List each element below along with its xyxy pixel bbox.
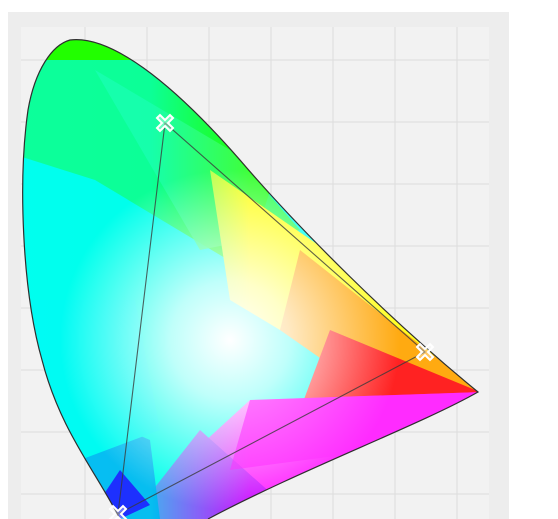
spectral-color-fill — [22, 39, 478, 519]
chromaticity-diagram — [21, 27, 489, 519]
chromaticity-view — [0, 0, 558, 519]
